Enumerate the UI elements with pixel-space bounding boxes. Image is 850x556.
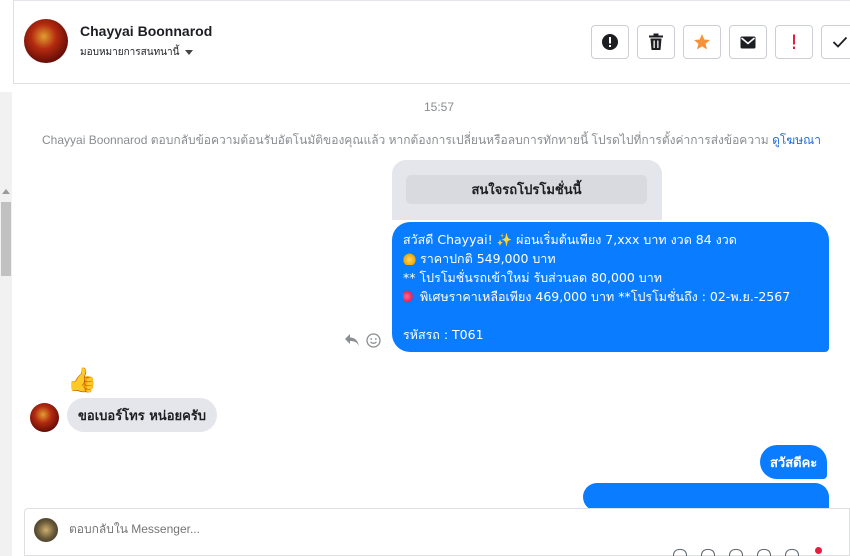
incoming-message[interactable]: ขอเบอร์โทร หน่อยครับ	[67, 398, 218, 432]
exclamation-circle-icon	[602, 34, 618, 50]
promo-line-2-text: ราคาปกติ 549,000 บาท	[420, 251, 556, 266]
thumbs-up-reaction: 👍	[67, 366, 97, 394]
composer-toolbar	[673, 549, 799, 556]
contact-avatar[interactable]	[24, 19, 68, 63]
tag-icon[interactable]	[701, 549, 715, 556]
outgoing-hello-message[interactable]: สวัสดีคะ	[760, 445, 828, 479]
chevron-down-icon	[185, 50, 194, 55]
contact-avatar-small	[30, 403, 59, 432]
scroll-up-arrow-icon[interactable]	[2, 189, 10, 194]
promo-line-4: พิเศษราคาเหลือเพียง 469,000 บาท **โปรโมช…	[403, 287, 818, 306]
scrollbar[interactable]	[0, 92, 12, 556]
mark-unread-button[interactable]	[729, 25, 767, 59]
conversation-header: Chayyai Boonnarod มอบหมายการสนทนานี้	[14, 0, 850, 84]
delete-button[interactable]	[637, 25, 675, 59]
star-button[interactable]	[683, 25, 721, 59]
exclamation-icon	[793, 34, 795, 49]
image-icon[interactable]	[729, 549, 743, 556]
assign-conversation-dropdown[interactable]: มอบหมายการสนทนานี้	[80, 45, 194, 60]
page-avatar	[34, 518, 58, 542]
message-timestamp: 15:57	[423, 100, 455, 114]
smiley-react-icon[interactable]	[366, 333, 381, 348]
promo-line-3: ** โปรโมชั่นรถเข้าใหม่ รับส่วนลด 80,000 …	[403, 268, 818, 287]
reply-icon[interactable]	[344, 333, 360, 347]
reply-composer	[24, 508, 850, 556]
follow-up-button[interactable]	[775, 25, 813, 59]
system-notice: Chayyai Boonnarod ตอบกลับข้อความต้อนรับอ…	[42, 131, 821, 150]
mark-done-button[interactable]	[821, 25, 850, 59]
ad-reply-card: สนใจรถโปรโมชั่นนี้	[392, 160, 662, 220]
system-notice-text: Chayyai Boonnarod ตอบกลับข้อความต้อนรับอ…	[42, 133, 769, 147]
promo-line-3-text: ** โปรโมชั่นรถเข้าใหม่ รับส่วนลด 80,000 …	[403, 270, 662, 285]
notification-dot	[815, 547, 822, 554]
promo-line-1-text: สวัสดี Chayyai! ✨ ผ่อนเริ่มต้นเพียง 7,xx…	[403, 232, 737, 247]
emoji-icon[interactable]	[757, 549, 771, 556]
promo-line-5-text: รหัสรถ : T061	[403, 327, 484, 342]
report-spam-button[interactable]	[591, 25, 629, 59]
star-icon	[694, 34, 710, 50]
promo-line-1: สวัสดี Chayyai! ✨ ผ่อนเริ่มต้นเพียง 7,xx…	[403, 230, 818, 249]
promo-line-5: รหัสรถ : T061	[403, 325, 818, 344]
ad-card-button[interactable]: สนใจรถโปรโมชั่นนี้	[406, 175, 647, 204]
reply-input[interactable]	[69, 522, 569, 536]
saved-reply-icon[interactable]	[785, 549, 799, 556]
outgoing-message-partial[interactable]	[583, 483, 829, 511]
promo-line-2: ราคาปกติ 549,000 บาท	[403, 249, 818, 268]
line-spacer	[403, 306, 818, 325]
envelope-icon	[740, 36, 756, 48]
contact-name[interactable]: Chayyai Boonnarod	[80, 23, 212, 39]
header-actions	[591, 25, 850, 59]
view-ad-link[interactable]: ดูโฆษณา	[772, 133, 821, 147]
trash-icon	[649, 33, 663, 50]
outgoing-promo-message[interactable]: สวัสดี Chayyai! ✨ ผ่อนเริ่มต้นเพียง 7,xx…	[392, 222, 829, 352]
bell-emoji-icon	[403, 252, 416, 265]
thumbs-up-send-icon[interactable]	[673, 549, 687, 556]
promo-line-4-text: พิเศษราคาเหลือเพียง 469,000 บาท **โปรโมช…	[420, 289, 791, 304]
scroll-thumb[interactable]	[1, 202, 11, 276]
ribbon-emoji-icon	[403, 290, 416, 303]
checkmark-icon	[832, 36, 848, 48]
assign-label: มอบหมายการสนทนานี้	[80, 47, 180, 58]
